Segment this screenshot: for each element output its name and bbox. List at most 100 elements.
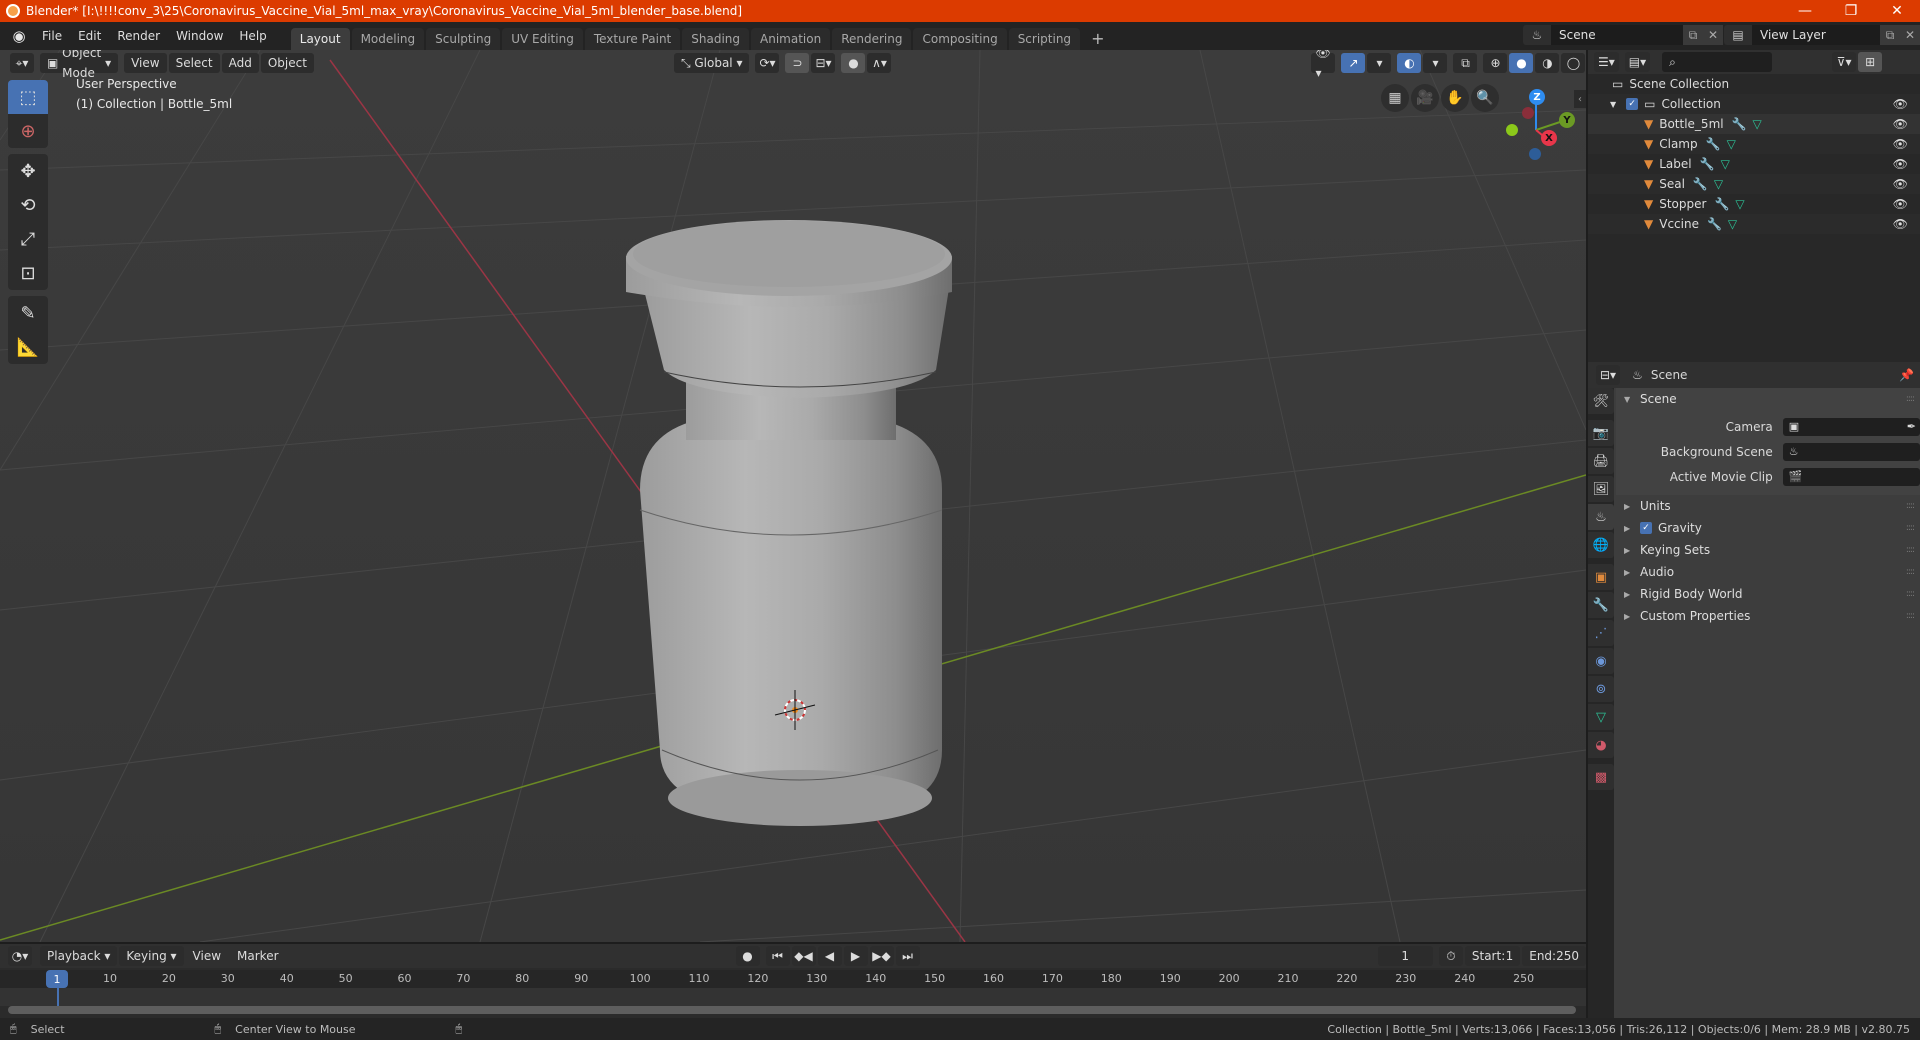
expand-arrow-icon[interactable]: ▼ bbox=[1610, 100, 1616, 109]
close-button[interactable]: ✕ bbox=[1874, 0, 1920, 22]
tab-modifiers[interactable]: 🔧 bbox=[1588, 592, 1614, 618]
start-frame-field[interactable]: Start: 1 bbox=[1464, 946, 1521, 966]
tab-physics[interactable]: ◉ bbox=[1588, 648, 1614, 674]
move-tool[interactable]: ✥ bbox=[8, 154, 48, 188]
drag-grip-icon[interactable]: :::: bbox=[1906, 611, 1915, 621]
play-reverse-button[interactable]: ◀ bbox=[817, 946, 842, 966]
object-visibility-dropdown[interactable]: 👁▾ bbox=[1311, 50, 1336, 80]
blender-menu-icon[interactable]: ◉ bbox=[8, 25, 30, 47]
mesh-data-icon[interactable]: ▽ bbox=[1753, 117, 1762, 131]
tab-scene[interactable]: ♨ bbox=[1588, 504, 1614, 530]
scene-name-field[interactable]: Scene bbox=[1551, 25, 1683, 45]
tab-animation[interactable]: Animation bbox=[751, 28, 831, 50]
gizmo-neg-x[interactable] bbox=[1522, 107, 1534, 119]
tab-rendering[interactable]: Rendering bbox=[832, 28, 912, 50]
record-button[interactable]: ● bbox=[735, 946, 760, 966]
viewport-menu-select[interactable]: Select bbox=[168, 53, 220, 73]
xray-toggle[interactable]: ⧉ bbox=[1453, 53, 1478, 73]
outliner-object-row[interactable]: ▼ Bottle_5ml 🔧 ▽ 👁 bbox=[1588, 114, 1920, 134]
audio-panel-header[interactable]: ▶ Audio:::: bbox=[1616, 561, 1920, 583]
object-mode-dropdown[interactable]: ▣ Object Mode ▾ bbox=[40, 50, 119, 80]
gizmo-dropdown[interactable]: ▾ bbox=[1367, 53, 1392, 73]
shading-wireframe-button[interactable]: ⊕ bbox=[1483, 53, 1508, 73]
gizmo-toggle[interactable]: ↗ bbox=[1341, 53, 1366, 73]
menu-window[interactable]: Window bbox=[168, 22, 231, 50]
tab-object[interactable]: ▣ bbox=[1588, 564, 1614, 590]
shading-solid-button[interactable]: ● bbox=[1509, 53, 1534, 73]
shading-material-button[interactable]: ◑ bbox=[1535, 53, 1560, 73]
keying-sets-panel-header[interactable]: ▶ Keying Sets:::: bbox=[1616, 539, 1920, 561]
units-panel-header[interactable]: ▶ Units:::: bbox=[1616, 495, 1920, 517]
end-frame-field[interactable]: End: 250 bbox=[1522, 946, 1586, 966]
vial-model[interactable] bbox=[626, 220, 952, 826]
filter-dropdown[interactable]: ⊽▾ bbox=[1832, 52, 1857, 72]
background-scene-field[interactable]: ♨ bbox=[1782, 442, 1920, 461]
3d-viewport[interactable]: ⌖▾ ▣ Object Mode ▾ View Select Add Objec… bbox=[0, 50, 1586, 942]
modifier-wrench-icon[interactable]: 🔧 bbox=[1693, 177, 1708, 191]
drag-grip-icon[interactable]: :::: bbox=[1906, 567, 1915, 577]
gizmo-neg-y[interactable] bbox=[1506, 124, 1518, 136]
toggle-ortho-button[interactable]: ▦ bbox=[1381, 84, 1409, 112]
tab-layout[interactable]: Layout bbox=[290, 28, 350, 50]
outliner-object-row[interactable]: ▼ Stopper 🔧 ▽ 👁 bbox=[1588, 194, 1920, 214]
drag-grip-icon[interactable]: :::: bbox=[1906, 589, 1915, 599]
outliner-object-row[interactable]: ▼ Label 🔧 ▽ 👁 bbox=[1588, 154, 1920, 174]
camera-view-button[interactable]: 🎥 bbox=[1411, 84, 1439, 112]
properties-editor-type-button[interactable]: ⊟▾ bbox=[1596, 365, 1621, 385]
view-layer-name-field[interactable]: View Layer bbox=[1752, 25, 1880, 45]
tab-output[interactable]: 🖨 bbox=[1588, 448, 1614, 474]
display-mode-dropdown[interactable]: ▤▾ bbox=[1624, 52, 1651, 72]
tab-constraints[interactable]: ⊚ bbox=[1588, 676, 1614, 702]
gravity-panel-header[interactable]: ▶ ✓ Gravity:::: bbox=[1616, 517, 1920, 539]
current-frame-field[interactable]: 1 bbox=[1377, 946, 1433, 966]
new-view-layer-button[interactable]: ⧉ bbox=[1880, 25, 1900, 45]
tab-texture-paint[interactable]: Texture Paint bbox=[584, 28, 681, 50]
new-collection-button[interactable]: ⊞ bbox=[1858, 52, 1883, 72]
keying-menu[interactable]: Keying ▾ bbox=[119, 946, 184, 966]
drag-grip-icon[interactable]: :::: bbox=[1906, 545, 1915, 555]
timeline-editor-type-button[interactable]: ◔▾ bbox=[8, 946, 32, 966]
viewport-menu-view[interactable]: View bbox=[124, 53, 167, 73]
outliner-object-row[interactable]: ▼ Seal 🔧 ▽ 👁 bbox=[1588, 174, 1920, 194]
modifier-wrench-icon[interactable]: 🔧 bbox=[1700, 157, 1715, 171]
timeline-scrollbar[interactable] bbox=[8, 1006, 1576, 1014]
preview-range-toggle[interactable]: ⏱ bbox=[1438, 946, 1463, 966]
new-scene-button[interactable]: ⧉ bbox=[1683, 25, 1703, 45]
transform-orientation-dropdown[interactable]: ⤡ Global ▾ bbox=[673, 53, 750, 73]
cursor-tool[interactable]: ⊕ bbox=[8, 114, 48, 148]
prev-keyframe-button[interactable]: ◆◀ bbox=[791, 946, 816, 966]
sidebar-toggle[interactable]: ‹ bbox=[1574, 90, 1586, 108]
tab-compositing[interactable]: Compositing bbox=[913, 28, 1007, 50]
pin-icon[interactable]: 📌 bbox=[1899, 368, 1914, 382]
mesh-data-icon[interactable]: ▽ bbox=[1721, 157, 1730, 171]
visibility-eye-icon[interactable]: 👁 bbox=[1893, 117, 1908, 131]
tab-world[interactable]: 🌐 bbox=[1588, 532, 1614, 558]
marker-menu[interactable]: Marker bbox=[230, 946, 285, 966]
eyedropper-icon[interactable]: ✒ bbox=[1907, 420, 1916, 433]
transform-tool[interactable]: ⊡ bbox=[8, 256, 48, 290]
rotate-tool[interactable]: ⟲ bbox=[8, 188, 48, 222]
playback-menu[interactable]: Playback ▾ bbox=[40, 946, 118, 966]
editor-type-button[interactable]: ⌖▾ bbox=[10, 53, 34, 73]
visibility-eye-icon[interactable]: 👁 bbox=[1893, 157, 1908, 171]
modifier-wrench-icon[interactable]: 🔧 bbox=[1706, 137, 1721, 151]
view-layer-selector[interactable]: ▤ View Layer ⧉ ✕ bbox=[1724, 25, 1920, 45]
snap-toggle[interactable]: ⊃ bbox=[785, 53, 810, 73]
custom-properties-panel-header[interactable]: ▶ Custom Properties:::: bbox=[1616, 605, 1920, 627]
visibility-eye-icon[interactable]: 👁 bbox=[1893, 97, 1908, 111]
next-keyframe-button[interactable]: ▶◆ bbox=[869, 946, 894, 966]
gizmo-z-axis[interactable]: Z bbox=[1529, 89, 1545, 105]
gizmo-neg-z[interactable] bbox=[1529, 148, 1541, 160]
gravity-checkbox[interactable]: ✓ bbox=[1640, 522, 1652, 534]
play-button[interactable]: ▶ bbox=[843, 946, 868, 966]
tab-mesh-data[interactable]: ▽ bbox=[1588, 704, 1614, 730]
timeline-view-menu[interactable]: View bbox=[186, 946, 228, 966]
menu-edit[interactable]: Edit bbox=[70, 22, 109, 50]
remove-scene-button[interactable]: ✕ bbox=[1703, 25, 1723, 45]
overlays-dropdown[interactable]: ▾ bbox=[1423, 53, 1448, 73]
shading-rendered-button[interactable]: ◯ bbox=[1561, 53, 1586, 73]
timeline-ruler[interactable]: 1 10 20 30 40 50 60 70 80 90 100 110 120 130 140 150 16… bbox=[0, 970, 1586, 988]
proportional-falloff-dropdown[interactable]: ∧▾ bbox=[867, 53, 892, 73]
scene-selector[interactable]: ♨ Scene ⧉ ✕ bbox=[1523, 25, 1723, 45]
drag-grip-icon[interactable]: :::: bbox=[1906, 394, 1915, 404]
